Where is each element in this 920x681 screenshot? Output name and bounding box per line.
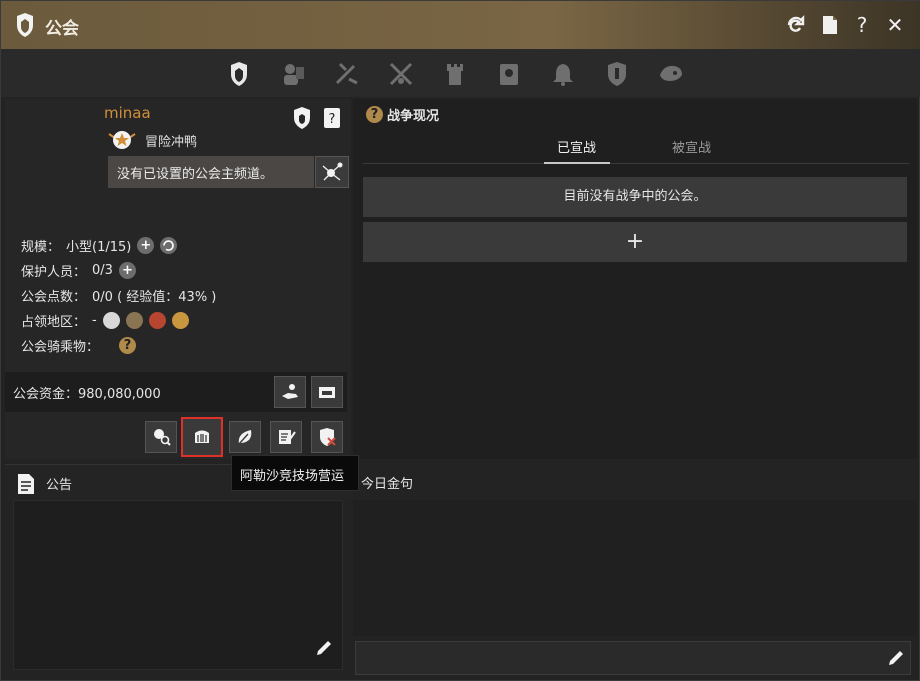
- funds-value: 980,080,000: [78, 387, 161, 402]
- mount-help-icon[interactable]: ?: [119, 337, 137, 354]
- tab-members[interactable]: [276, 57, 310, 91]
- tab-declared-war[interactable]: 已宣战: [557, 137, 596, 156]
- guild-name: minaa: [104, 104, 151, 122]
- shield-icon: [608, 62, 626, 86]
- notice-document-icon: [18, 474, 34, 494]
- scale-refresh-button[interactable]: [160, 237, 178, 254]
- mount-row: 公会骑乘物： ?: [21, 336, 137, 355]
- territory-label: 占领地区：: [21, 315, 87, 330]
- refresh-icon[interactable]: [784, 13, 808, 37]
- svg-text:?: ?: [329, 112, 336, 127]
- daily-quote-content: [353, 500, 917, 636]
- close-icon[interactable]: ✕: [883, 13, 907, 37]
- territory-calpheon-icon[interactable]: [148, 312, 166, 329]
- war-status-panel: ? 战争现况 已宣战 被宣战 目前没有战争中的公会。 +: [353, 99, 917, 459]
- notice-label: 公告: [46, 478, 73, 493]
- rank-label: 冒险冲鸭: [145, 134, 198, 150]
- funds-label-text: 公会资金：: [13, 387, 79, 402]
- disband-guild-button[interactable]: [311, 421, 343, 453]
- war-empty-message: 目前没有战争中的公会。: [363, 177, 907, 217]
- war-status-title: 战争现况: [387, 109, 440, 124]
- guild-letter-button[interactable]: [270, 421, 302, 453]
- tab-received-war[interactable]: 被宣战: [672, 137, 711, 156]
- arsha-arena-button[interactable]: [181, 417, 223, 457]
- fund-deposit-button[interactable]: [274, 376, 306, 408]
- scale-value: 小型(1/15): [66, 240, 132, 255]
- title-bar: 公会 ? ✕: [1, 1, 920, 49]
- arena-tooltip: 阿勒沙竞技场营运: [231, 455, 359, 491]
- mount-label: 公会骑乘物：: [21, 340, 100, 355]
- set-channel-button[interactable]: [315, 156, 349, 188]
- scale-row: 规模： 小型(1/15) +: [21, 236, 178, 255]
- tab-shield[interactable]: [600, 57, 634, 91]
- mount-icon: [660, 65, 682, 81]
- guild-funds-row: 公会资金：980,080,000: [5, 372, 347, 412]
- house-icon: [319, 387, 335, 398]
- funds-label: 公会资金：980,080,000: [13, 383, 161, 402]
- points-row: 公会点数： 0/0 ( 经验值：43% ): [21, 286, 216, 305]
- notification-icon: [553, 64, 573, 86]
- territory-mediah-icon[interactable]: [171, 312, 189, 329]
- tab-war[interactable]: [384, 57, 418, 91]
- protect-value: 0/3: [92, 263, 113, 278]
- daily-quote-header: 今日金句: [353, 464, 917, 500]
- territory-serendia-icon[interactable]: [125, 312, 143, 329]
- guild-guide-icon[interactable]: ?: [321, 107, 343, 129]
- war-icon: [389, 62, 413, 86]
- arena-icon: [195, 430, 209, 443]
- territory-row: 占领地区： -: [21, 311, 189, 330]
- refresh-icon: [163, 240, 175, 251]
- members-icon: [284, 64, 304, 85]
- war-help-icon[interactable]: ?: [366, 106, 383, 123]
- tab-quest[interactable]: [330, 57, 364, 91]
- tab-mount[interactable]: [654, 57, 688, 91]
- guild-rank: 冒险冲鸭: [107, 129, 197, 151]
- document-icon[interactable]: [818, 13, 842, 37]
- letter-quill-icon: [279, 430, 296, 444]
- tab-castle[interactable]: [438, 57, 472, 91]
- territory-balenos-icon[interactable]: [102, 312, 120, 329]
- scale-label: 规模：: [21, 240, 61, 255]
- tab-guild-info[interactable]: [222, 57, 256, 91]
- protect-row: 保护人员： 0/3 +: [21, 261, 136, 280]
- rank-star-icon: [108, 131, 136, 149]
- castle-icon: [447, 64, 463, 85]
- channel-node-icon: [322, 162, 343, 181]
- guild-window: 公会 ? ✕ minaa ? 冒险冲鸭 没有已设置的公会主频道。 规模： 小型(…: [0, 0, 920, 681]
- quest-icon: [335, 62, 358, 85]
- contract-icon: [500, 64, 518, 85]
- help-icon[interactable]: ?: [850, 13, 874, 37]
- leaf-icon: [238, 430, 252, 445]
- declare-war-button[interactable]: +: [363, 222, 907, 262]
- scale-add-button[interactable]: +: [137, 237, 155, 254]
- protect-add-button[interactable]: +: [118, 262, 136, 279]
- daily-quote-label: 今日金句: [361, 477, 414, 492]
- window-title: 公会: [45, 19, 79, 39]
- war-tab-active-indicator: [544, 162, 610, 164]
- territory-value: -: [92, 313, 97, 328]
- tab-notification[interactable]: [546, 57, 580, 91]
- edit-quote-pencil-icon[interactable]: [887, 649, 905, 667]
- protect-label: 保护人员：: [21, 265, 87, 280]
- notice-content: [13, 500, 343, 670]
- member-search-icon: [154, 429, 171, 446]
- shield-x-icon: [320, 428, 336, 446]
- edit-notice-pencil-icon[interactable]: [315, 639, 333, 657]
- search-guild-button[interactable]: [145, 421, 177, 453]
- guild-house-button[interactable]: [311, 376, 343, 408]
- leaf-button[interactable]: [229, 421, 261, 453]
- guild-info-icon: [231, 62, 247, 86]
- hand-coins-icon: [282, 384, 298, 399]
- tab-bar: [1, 49, 920, 145]
- points-value: 0/0 ( 经验值：43% ): [92, 290, 217, 305]
- daily-quote-input[interactable]: [355, 641, 911, 675]
- guild-mark-icon[interactable]: [291, 107, 313, 129]
- guild-emblem-icon: [17, 13, 33, 37]
- tab-contract[interactable]: [492, 57, 526, 91]
- war-tab-divider: [363, 163, 909, 164]
- points-label: 公会点数：: [21, 290, 87, 305]
- guild-channel-text: 没有已设置的公会主频道。: [108, 156, 314, 188]
